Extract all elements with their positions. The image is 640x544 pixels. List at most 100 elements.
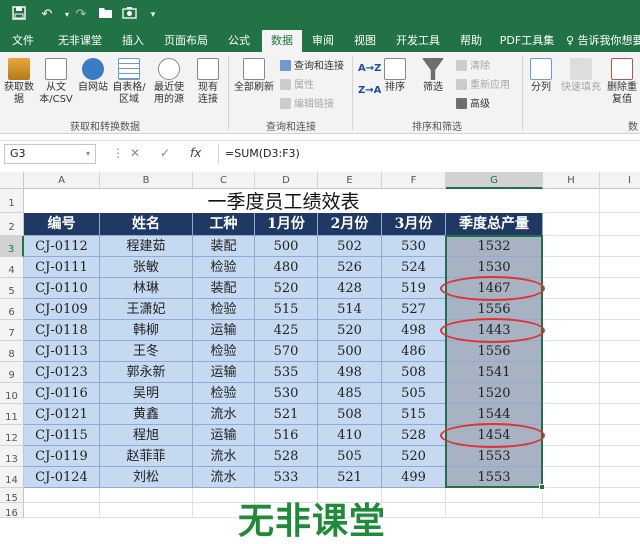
name-box-dropdown-icon[interactable]: ▾ <box>86 149 90 158</box>
empty-cell[interactable] <box>600 362 640 383</box>
insert-function-icon[interactable]: fx <box>190 146 201 160</box>
tell-me-box[interactable]: ♀ 告诉我你想要 <box>566 30 640 52</box>
row-header-13[interactable]: 13 <box>0 446 24 467</box>
table-cell[interactable]: 赵菲菲 <box>100 446 193 467</box>
column-header-h[interactable]: H <box>543 172 600 189</box>
column-header-d[interactable]: D <box>255 172 318 189</box>
row-header-14[interactable]: 14 <box>0 467 24 488</box>
table-cell[interactable]: 林琳 <box>100 278 193 299</box>
table-cell[interactable]: 516 <box>255 425 318 446</box>
table-cell[interactable]: 524 <box>382 257 446 278</box>
row-header-1[interactable]: 1 <box>0 189 24 213</box>
empty-cell[interactable] <box>600 257 640 278</box>
empty-cell[interactable] <box>600 503 640 518</box>
table-cell[interactable]: 刘松 <box>100 467 193 488</box>
header-cell[interactable]: 2月份 <box>318 213 382 236</box>
table-cell[interactable]: 514 <box>318 299 382 320</box>
row-header-8[interactable]: 8 <box>0 341 24 362</box>
empty-cell[interactable] <box>543 257 600 278</box>
table-cell[interactable]: 515 <box>255 299 318 320</box>
header-cell[interactable]: 1月份 <box>255 213 318 236</box>
table-cell[interactable]: 499 <box>382 467 446 488</box>
empty-cell[interactable] <box>600 213 640 236</box>
column-header-a[interactable]: A <box>24 172 100 189</box>
row-header-7[interactable]: 7 <box>0 320 24 341</box>
table-cell[interactable]: 装配 <box>193 278 255 299</box>
table-cell[interactable]: CJ-0112 <box>24 236 100 257</box>
table-cell[interactable]: CJ-0109 <box>24 299 100 320</box>
column-header-f[interactable]: F <box>382 172 446 189</box>
redo-icon[interactable]: ↷ <box>72 6 90 24</box>
empty-cell[interactable] <box>600 467 640 488</box>
empty-cell[interactable] <box>600 404 640 425</box>
table-cell[interactable]: 运输 <box>193 425 255 446</box>
sheet-title[interactable]: 一季度员工绩效表 <box>24 189 543 213</box>
row-header-16[interactable]: 16 <box>0 503 24 519</box>
table-cell[interactable]: 480 <box>255 257 318 278</box>
table-cell[interactable]: 王冬 <box>100 341 193 362</box>
reapply-button[interactable]: 重新应用 <box>456 79 510 92</box>
table-cell[interactable]: 检验 <box>193 341 255 362</box>
empty-cell[interactable] <box>543 320 600 341</box>
empty-cell[interactable] <box>600 278 640 299</box>
empty-cell[interactable] <box>543 446 600 467</box>
enter-icon[interactable]: ✓ <box>160 146 170 160</box>
table-cell[interactable]: 505 <box>382 383 446 404</box>
empty-cell[interactable] <box>600 320 640 341</box>
tab-pdf-tools[interactable]: PDF工具集 <box>496 30 558 52</box>
sort-button[interactable]: 排序 <box>382 58 408 94</box>
table-cell[interactable]: 521 <box>318 467 382 488</box>
empty-cell[interactable] <box>600 383 640 404</box>
table-cell[interactable]: 520 <box>318 320 382 341</box>
table-cell[interactable]: CJ-0113 <box>24 341 100 362</box>
table-cell[interactable]: CJ-0123 <box>24 362 100 383</box>
table-cell[interactable]: 张敏 <box>100 257 193 278</box>
table-cell[interactable]: 吴明 <box>100 383 193 404</box>
table-cell[interactable]: CJ-0116 <box>24 383 100 404</box>
table-cell[interactable]: 533 <box>255 467 318 488</box>
empty-cell[interactable] <box>543 236 600 257</box>
table-cell[interactable]: CJ-0118 <box>24 320 100 341</box>
tab-file[interactable]: 文件 <box>6 30 40 52</box>
column-header-e[interactable]: E <box>318 172 382 189</box>
table-cell[interactable]: 519 <box>382 278 446 299</box>
empty-cell[interactable] <box>24 503 100 518</box>
existing-connections-button[interactable]: 现有连接 <box>194 58 222 106</box>
empty-cell[interactable] <box>600 488 640 503</box>
table-cell[interactable]: 505 <box>318 446 382 467</box>
select-all-corner[interactable] <box>0 172 24 189</box>
empty-cell[interactable] <box>600 425 640 446</box>
table-cell[interactable]: CJ-0119 <box>24 446 100 467</box>
flash-fill-button[interactable]: 快速填充 <box>558 58 604 94</box>
table-cell[interactable]: 黄鑫 <box>100 404 193 425</box>
edit-links-button[interactable]: 编辑链接 <box>280 98 334 111</box>
row-header-5[interactable]: 5 <box>0 278 24 299</box>
filter-button[interactable]: 筛选 <box>418 58 448 94</box>
refresh-all-button[interactable]: 全部刷新 <box>232 58 276 94</box>
advanced-filter-button[interactable]: 高级 <box>456 98 490 111</box>
empty-cell[interactable] <box>382 488 446 503</box>
empty-cell[interactable] <box>543 278 600 299</box>
recent-sources-button[interactable]: 最近使用的源 <box>150 58 188 106</box>
table-cell[interactable]: 410 <box>318 425 382 446</box>
empty-cell[interactable] <box>600 236 640 257</box>
header-cell[interactable]: 姓名 <box>100 213 193 236</box>
empty-cell[interactable] <box>543 503 600 518</box>
get-data-button[interactable]: 获取数据 <box>2 58 36 106</box>
empty-cell[interactable] <box>543 362 600 383</box>
table-cell[interactable]: 500 <box>255 236 318 257</box>
table-cell[interactable]: 流水 <box>193 446 255 467</box>
empty-cell[interactable] <box>543 341 600 362</box>
table-cell[interactable]: 装配 <box>193 236 255 257</box>
table-cell[interactable]: 530 <box>382 236 446 257</box>
table-cell[interactable]: 韩柳 <box>100 320 193 341</box>
empty-cell[interactable] <box>543 488 600 503</box>
properties-button[interactable]: 属性 <box>280 79 314 92</box>
worksheet-grid[interactable]: A B C D E F G H I 1 2 3 4 5 6 7 8 9 10 11 12 13 14 15 16 一季度员工绩效表… <box>0 172 640 544</box>
empty-cell[interactable] <box>543 189 600 213</box>
header-cell[interactable]: 编号 <box>24 213 100 236</box>
customize-icon[interactable]: ▾ <box>144 6 162 24</box>
name-box[interactable]: G3 <box>4 144 96 164</box>
table-cell[interactable]: 498 <box>382 320 446 341</box>
table-cell[interactable]: 郭永新 <box>100 362 193 383</box>
